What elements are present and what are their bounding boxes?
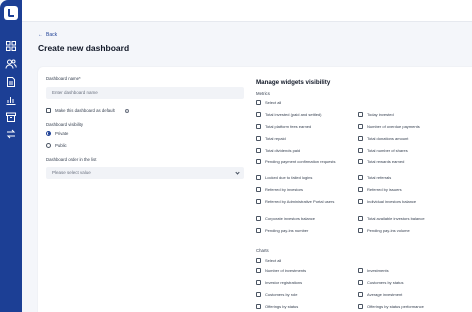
charts-label: Number of investments [265,267,307,273]
charts-select-all-label: Select all [265,258,282,263]
metrics-checkbox[interactable] [358,136,363,141]
metrics-checkbox[interactable] [358,159,363,164]
metrics-checkbox[interactable] [256,175,261,180]
charts-checkbox[interactable] [256,268,261,273]
metrics-label: Total referrals [367,174,392,180]
archive-icon[interactable] [5,111,17,123]
metrics-label: Referred by issuers [367,186,402,192]
charts-label: Offerings by status [265,303,299,309]
dashboard-name-input[interactable]: Enter dashboard name [46,87,244,99]
metrics-select-all-checkbox[interactable] [256,100,261,105]
metrics-label: Referred by investors [265,186,304,192]
metrics-checkbox[interactable] [256,124,261,129]
charts-group-title: Charts [256,248,269,253]
metrics-label: Total donations amount [367,135,409,141]
metrics-label: Referred by Administrative Portal users [265,198,335,204]
metrics-checkbox[interactable] [256,199,261,204]
metrics-label: Total dividends paid [265,147,301,153]
metrics-checkbox[interactable] [358,199,363,204]
metrics-checkbox[interactable] [358,228,363,233]
document-icon[interactable] [5,76,17,88]
charts-label: Average investment [367,291,403,297]
metrics-checkbox[interactable] [358,175,363,180]
metrics-label: Number of overdue payments [367,123,420,129]
back-label: Back [46,32,58,38]
exchange-icon[interactable] [5,128,17,140]
charts-label: Customers by role [265,291,298,297]
metrics-checkbox[interactable] [358,187,363,192]
main-area: ← Back Create new dashboard Dashboard na… [22,0,472,312]
metrics-label: Pending payment confirmation requests [265,158,336,164]
metrics-checkbox[interactable] [256,187,261,192]
metrics-label: Total repaid [265,135,286,141]
visibility-public-radio[interactable] [46,143,51,148]
visibility-label: Dashboard visibility [46,122,84,127]
metrics-label: Individual investors balance [367,198,417,204]
metrics-label: Total platform fees earned [265,123,312,129]
metrics-checkbox[interactable] [256,112,261,117]
users-icon[interactable] [5,58,17,70]
charts-label: Offerings by status performance [367,303,424,309]
metrics-checkbox[interactable] [256,136,261,141]
metrics-checkbox[interactable] [256,228,261,233]
charts-checkbox[interactable] [256,292,261,297]
visibility-private-radio[interactable] [46,130,51,136]
top-bar [22,0,472,22]
sidebar [0,0,22,312]
metrics-label: Today invested [367,111,394,117]
metrics-checkbox[interactable] [358,148,363,153]
charts-checkbox[interactable] [256,304,261,309]
metrics-checkbox[interactable] [256,148,261,153]
page-title: Create new dashboard [38,43,130,53]
info-icon[interactable]: i [125,108,129,113]
metrics-checkbox[interactable] [358,112,363,117]
back-link[interactable]: ← Back [38,32,57,38]
metrics-checkbox[interactable] [358,124,363,129]
chart-icon[interactable] [5,94,17,106]
dashboard-name-label: Dashboard name* [46,76,81,81]
charts-checkbox[interactable] [358,304,363,309]
metrics-label: Total rewards earned [367,158,405,164]
widgets-section-title: Manage widgets visibility [256,79,331,86]
metrics-label: Total number of shares [367,147,408,153]
metrics-group-title: Metrics [256,91,270,96]
form-card: Dashboard name* Enter dashboard name Mak… [38,67,472,312]
arrow-left-icon: ← [38,32,43,38]
metrics-checkbox[interactable] [256,216,261,221]
logo-icon[interactable] [4,6,18,20]
visibility-public-label: Public [55,143,67,148]
charts-checkbox[interactable] [358,292,363,297]
charts-label: Investor registrations [265,279,303,285]
charts-label: Customers by status [367,279,404,285]
charts-checkbox[interactable] [358,268,363,273]
metrics-label: Total invested (paid and settled) [265,111,322,117]
default-dashboard-checkbox[interactable] [46,108,51,113]
order-label: Dashboard order in the list [46,157,97,162]
metrics-select-all-label: Select all [265,100,282,105]
metrics-label: Corporate investors balance [265,215,316,221]
visibility-private-label: Private [55,130,69,136]
metrics-checkbox[interactable] [358,216,363,221]
metrics-label: Locked due to failed logins [265,174,313,180]
metrics-label: Total available investors balance [367,215,425,221]
default-dashboard-label: Make this dashboard as default [55,108,115,113]
metrics-checkbox[interactable] [256,159,261,164]
charts-label: Investments [367,267,389,273]
metrics-label: Pending pay-ins number [265,227,309,233]
charts-checkbox[interactable] [256,280,261,285]
metrics-label: Pending pay-ins volume [367,227,410,233]
charts-checkbox[interactable] [358,280,363,285]
dashboard-icon[interactable] [5,40,17,52]
order-select[interactable]: Please select value [46,167,244,179]
charts-select-all-checkbox[interactable] [256,258,261,263]
